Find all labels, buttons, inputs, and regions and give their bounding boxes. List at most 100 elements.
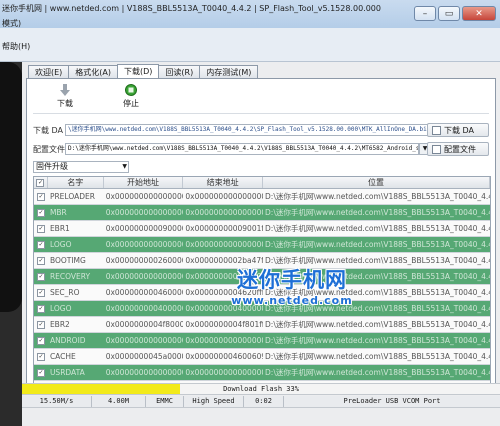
column-header-start[interactable]: 开始地址: [104, 177, 184, 188]
scatter-file-field[interactable]: D:\迷你手机网\www.netded.com\V188S_BBL5513A_T…: [65, 143, 419, 155]
row-checkbox[interactable]: ✓: [34, 237, 48, 252]
window-title: 迷你手机网 | www.netded.com | V188S_BBL5513A_…: [2, 4, 381, 13]
scatter-file-row: 配置文件 D:\迷你手机网\www.netded.com\V188S_BBL55…: [33, 143, 431, 155]
cell-end-address: 0x0000000000000000: [185, 240, 264, 249]
table-row[interactable]: ✓ SEC_RO 0x0000000004600000 0x0000000004620…: [34, 285, 490, 301]
table-row[interactable]: ✓ CACHE 0x0000000045a00000 0x00000000460060…: [34, 349, 490, 365]
cell-start-address: 0x0000000004000000: [105, 304, 184, 313]
cell-name: BOOTIMG: [49, 256, 86, 265]
table-row[interactable]: ✓ EBR1 0x0000000000900000 0x00000000009001f…: [34, 221, 490, 237]
status-storage: EMMC: [146, 396, 184, 407]
device-image-edge: [0, 62, 22, 312]
row-checkbox[interactable]: ✓: [34, 189, 48, 204]
cell-location[interactable]: D:\迷你手机网\www.netded.com\V188S_BBL5513A_T…: [263, 205, 490, 220]
status-elapsed: 0:02: [244, 396, 284, 407]
minimize-button[interactable]: –: [414, 6, 436, 21]
table-row[interactable]: ✓ LOGO 0x0000000000000000 0x000000000000000…: [34, 237, 490, 253]
cell-location[interactable]: D:\迷你手机网\www.netded.com\V188S_BBL5513A_T…: [263, 365, 490, 380]
cell-name: LOGO: [49, 240, 72, 249]
down-arrow-icon: [58, 83, 72, 97]
download-agent-button-label: 下载 DA: [444, 125, 475, 135]
cell-location[interactable]: D:\迷你手机网\www.netded.com\V188S_BBL5513A_T…: [263, 221, 490, 236]
row-checkbox[interactable]: ✓: [34, 269, 48, 284]
cell-end-address: 0x0000000004620fff: [185, 288, 264, 297]
cell-location[interactable]: D:\迷你手机网\www.netded.com\V188S_BBL5513A_T…: [263, 301, 490, 316]
cell-start-address: 0x0000000000000000: [105, 368, 184, 377]
tab-download[interactable]: 下载(D): [117, 64, 160, 79]
row-checkbox[interactable]: ✓: [34, 221, 48, 236]
tab-format[interactable]: 格式化(A): [68, 65, 119, 79]
maximize-button[interactable]: ▭: [438, 6, 460, 21]
stop-button[interactable]: 停止: [113, 83, 149, 109]
tab-memory-test[interactable]: 内存测试(M): [199, 65, 259, 79]
cell-start-address: 0x0000000000000000: [105, 208, 184, 217]
cell-location[interactable]: D:\迷你手机网\www.netded.com\V188S_BBL5513A_T…: [263, 317, 490, 332]
stop-icon: [124, 83, 138, 97]
table-row[interactable]: ✓ BOOTIMG 0x0000000002600000 0x0000000002ba…: [34, 253, 490, 269]
cell-start-address: 0x0000000045a00000: [105, 352, 184, 361]
menu-help[interactable]: 帮助(H): [2, 41, 30, 52]
cell-name: MBR: [49, 208, 67, 217]
row-checkbox[interactable]: ✓: [34, 285, 48, 300]
cell-name: LOGO: [49, 304, 72, 313]
cell-name: EBR2: [49, 320, 70, 329]
scatter-file-button[interactable]: 配置文件: [427, 142, 489, 156]
cell-end-address: 0x0000000002ba47ff: [185, 256, 264, 265]
file-icon: [432, 125, 441, 135]
progress-text: Download Flash 33%: [223, 385, 299, 393]
cell-start-address: 0x0000000000000000: [105, 240, 184, 249]
cell-start-address: 0x0000000000000000: [105, 272, 184, 281]
cell-start-address: 0x0000000004600000: [105, 288, 184, 297]
cell-name: PRELOADER: [49, 192, 95, 201]
row-checkbox[interactable]: ✓: [34, 349, 48, 364]
cell-location[interactable]: D:\迷你手机网\www.netded.com\V188S_BBL5513A_T…: [263, 269, 490, 284]
partition-table: ✓ 名字 开始地址 结束地址 位置 ✓ PRELOADER 0x0000000000…: [33, 176, 491, 388]
cell-end-address: 0x0000000046006093: [185, 352, 264, 361]
tab-readback[interactable]: 回读(R): [158, 65, 201, 79]
toolbar-divider: [33, 113, 489, 114]
cell-location[interactable]: D:\迷你手机网\www.netded.com\V188S_BBL5513A_T…: [263, 333, 490, 348]
cell-location[interactable]: D:\迷你手机网\www.netded.com\V188S_BBL5513A_T…: [263, 349, 490, 364]
download-button[interactable]: 下载: [47, 83, 83, 109]
main-client-area: 欢迎(E) 格式化(A) 下载(D) 回读(R) 内存测试(M) 下载 停止 下…: [22, 62, 500, 426]
title-bar: 迷你手机网 | www.netded.com | V188S_BBL5513A_…: [0, 0, 500, 28]
cell-location[interactable]: D:\迷你手机网\www.netded.com\V188S_BBL5513A_T…: [263, 253, 490, 268]
table-row[interactable]: ✓ ANDROID 0x0000000000000000 0x000000000000…: [34, 333, 490, 349]
cell-start-address: 0x0000000000000000: [105, 192, 184, 201]
header-checkbox[interactable]: ✓: [34, 177, 48, 188]
row-checkbox[interactable]: ✓: [34, 317, 48, 332]
status-port: PreLoader USB VCOM Port: [343, 397, 441, 405]
table-row[interactable]: ✓ MBR 0x0000000000000000 0x0000000000000000…: [34, 205, 490, 221]
row-checkbox[interactable]: ✓: [34, 205, 48, 220]
status-size: 4.00M: [92, 396, 146, 407]
column-header-end[interactable]: 结束地址: [183, 177, 263, 188]
row-checkbox[interactable]: ✓: [34, 365, 48, 380]
row-checkbox[interactable]: ✓: [34, 301, 48, 316]
mode-select[interactable]: 固件升级 ▼: [33, 161, 129, 173]
download-agent-row: 下载 DA \迷你手机网\www.netded.com\V188S_BBL551…: [33, 124, 431, 136]
row-checkbox[interactable]: ✓: [34, 333, 48, 348]
tab-welcome[interactable]: 欢迎(E): [28, 65, 70, 79]
close-button[interactable]: ✕: [462, 6, 496, 21]
table-row[interactable]: ✓ LOGO 0x0000000004000000 0x000000000400000…: [34, 301, 490, 317]
table-row[interactable]: ✓ PRELOADER 0x0000000000000000 0x0000000000…: [34, 189, 490, 205]
table-row[interactable]: ✓ EBR2 0x0000000004f80000 0x0000000004f801f…: [34, 317, 490, 333]
column-header-location[interactable]: 位置: [263, 177, 490, 188]
cell-name: CACHE: [49, 352, 76, 361]
table-row[interactable]: ✓ RECOVERY 0x0000000000000000 0x00000000000…: [34, 269, 490, 285]
row-checkbox[interactable]: ✓: [34, 253, 48, 268]
column-header-name[interactable]: 名字: [48, 177, 104, 188]
cell-end-address: 0x0000000004f801ff: [185, 320, 264, 329]
table-row[interactable]: ✓ USRDATA 0x0000000000000000 0x000000000000…: [34, 365, 490, 381]
scatter-file-label: 配置文件: [33, 144, 65, 154]
cell-location[interactable]: D:\迷你手机网\www.netded.com\V188S_BBL5513A_T…: [263, 189, 490, 204]
cell-location[interactable]: D:\迷你手机网\www.netded.com\V188S_BBL5513A_T…: [263, 285, 490, 300]
download-agent-field[interactable]: \迷你手机网\www.netded.com\V188S_BBL5513A_T00…: [65, 124, 431, 136]
cell-end-address: 0x0000000000000000: [185, 272, 264, 281]
download-button-label: 下载: [57, 99, 73, 108]
status-usb-speed: High Speed: [184, 396, 244, 407]
cell-end-address: 0x0000000000000000: [185, 336, 264, 345]
cell-location[interactable]: D:\迷你手机网\www.netded.com\V188S_BBL5513A_T…: [263, 237, 490, 252]
cell-name: RECOVERY: [49, 272, 91, 281]
download-agent-button[interactable]: 下载 DA: [427, 123, 489, 137]
